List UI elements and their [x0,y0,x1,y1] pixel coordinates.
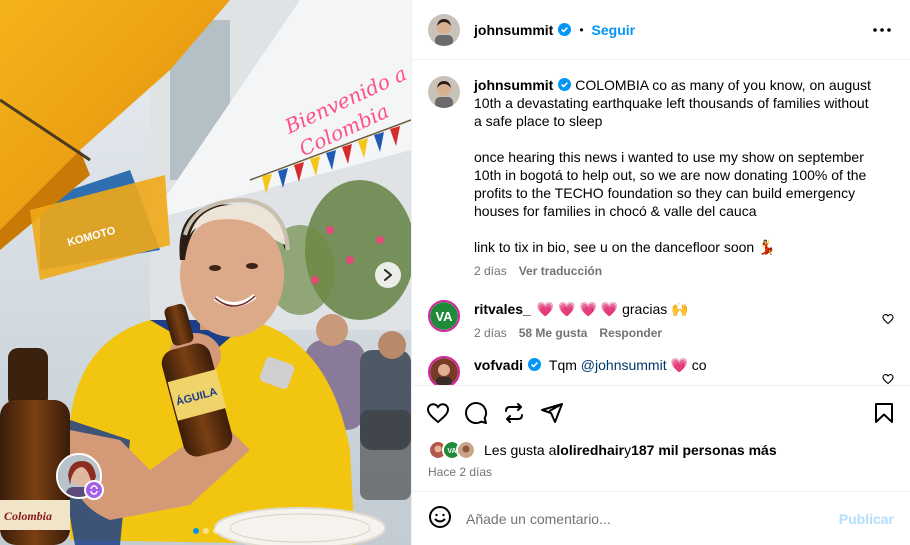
collab-icon [90,485,98,495]
likes-count[interactable]: 187 mil personas más [631,442,777,458]
send-icon [541,402,563,423]
comment-item: vofvadi Tqm @johnsummit 💗 co [428,356,894,385]
chevron-right-icon [384,269,392,281]
caption-text: johnsummit COLOMBIA co as many of you kn… [474,76,874,256]
collab-badge [84,480,104,500]
header-separator: • [579,22,584,37]
carousel-indicator [0,528,411,534]
avatar-image [428,13,460,46]
verified-badge-icon [528,358,542,371]
liker-avatar [456,440,476,460]
heart-icon [882,313,894,324]
comment-text-suffix: 💗 co [666,357,707,373]
caption: johnsummit COLOMBIA co as many of you kn… [428,76,894,278]
carousel-dot-2 [202,528,209,534]
comment-likes[interactable]: 58 Me gusta [519,326,588,340]
comment-username[interactable]: vofvadi [474,357,523,373]
author-avatar[interactable] [428,13,460,46]
likes-middle: y [624,442,632,458]
comment-meta: 2 días 58 Me gusta Responder [474,326,868,340]
likes-prefix: Les gusta a [484,442,557,458]
bookmark-icon [875,402,893,423]
caption-paragraph-2: once hearing this news i wanted to use m… [474,149,867,219]
likes-summary[interactable]: VA Les gusta a loliredhair y 187 mil per… [412,439,910,461]
author-username[interactable]: johnsummit [474,22,553,38]
add-comment-bar: Publicar [412,491,910,545]
comment-text-prefix: Tqm [548,357,581,373]
likes-user[interactable]: loliredhair [556,442,624,458]
more-options-icon [873,27,891,32]
comment-input[interactable] [466,510,825,527]
comments-list[interactable]: johnsummit COLOMBIA co as many of you kn… [412,60,910,385]
likers-avatars: VA [428,440,476,460]
avatar-image [430,358,458,385]
post-modal: ÁGUILA Colombia Bienvenido a Colombia KO… [0,0,910,545]
heart-icon [882,374,894,385]
like-button[interactable] [426,401,450,425]
carousel-dot-3 [212,528,219,534]
caption-meta: 2 días Ver traducción [474,264,874,278]
more-options-button[interactable] [870,27,894,32]
caption-username[interactable]: johnsummit [474,77,553,93]
heart-icon [426,402,450,423]
send-button[interactable] [540,401,564,425]
emoji-icon [429,506,451,528]
comment-icon [465,401,488,424]
caption-paragraph-3: link to tix in bio, see u on the dancefl… [474,239,776,255]
comment-like-button[interactable] [882,373,894,385]
caption-time[interactable]: 2 días [474,264,507,278]
comment-username[interactable]: ritvales_ [474,300,531,318]
left-bottle-label: Colombia [4,509,52,523]
avatar-image [428,76,460,108]
comment-button[interactable] [464,401,488,425]
save-button[interactable] [872,401,896,425]
emoji-button[interactable] [428,505,452,532]
reply-button[interactable]: Responder [599,326,662,340]
next-photo-button[interactable] [375,262,401,288]
follow-button[interactable]: Seguir [592,22,636,38]
verified-badge-icon [558,78,572,91]
share-icon [505,402,523,423]
comment-text: 💗 💗 💗 💗 gracias 🙌 [536,301,689,317]
publish-button[interactable]: Publicar [839,511,894,527]
post-photo[interactable]: ÁGUILA Colombia Bienvenido a Colombia KO… [0,0,411,545]
posted-time[interactable]: Hace 2 días [412,461,910,491]
caption-avatar[interactable] [428,76,460,108]
svg-text:VA: VA [435,309,453,324]
translate-link[interactable]: Ver traducción [519,264,602,278]
post-header: johnsummit • Seguir [412,0,910,60]
comment-like-button[interactable] [882,313,894,328]
share-button[interactable] [502,401,526,425]
comment-avatar[interactable] [428,356,460,385]
carousel-dot-1 [192,528,199,534]
verified-badge-icon [558,23,572,36]
comment-mention[interactable]: @johnsummit [581,357,667,373]
action-bar [412,385,910,439]
avatar-image: VA [430,302,458,330]
comment-time[interactable]: 2 días [474,326,507,340]
comment-avatar[interactable]: VA [428,300,460,332]
comment-item: VA ritvales_ 💗 💗 💗 💗 gracias 🙌 2 días 58… [428,300,894,340]
post-side-panel: johnsummit • Seguir johnsummit COLOMBIA … [411,0,910,545]
